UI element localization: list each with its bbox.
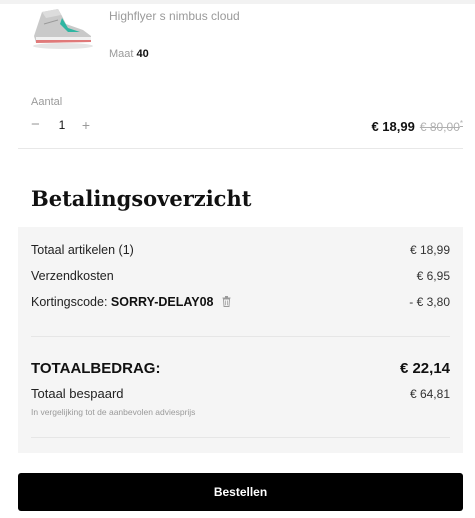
savings-row: Totaal bespaard € 64,81: [31, 386, 450, 401]
product-size: Maat 40: [109, 48, 149, 60]
summary-divider: [31, 336, 450, 337]
cart-item: Highflyer s nimbus cloud Maat 40 Aantal …: [18, 0, 463, 150]
original-price-marker: *: [459, 119, 463, 128]
size-label: Maat: [109, 48, 134, 60]
trash-icon[interactable]: [222, 296, 231, 307]
product-name[interactable]: Highflyer s nimbus cloud: [109, 9, 240, 23]
original-price: € 80,00*: [420, 119, 463, 134]
quantity-label: Aantal: [31, 96, 63, 108]
divider: [18, 148, 463, 149]
current-price: € 18,99: [371, 119, 415, 134]
items-total-label: Totaal artikelen (1): [31, 243, 134, 257]
items-total-value: € 18,99: [409, 243, 450, 257]
summary-title: Betalingsoverzicht: [31, 186, 252, 211]
discount-info: Kortingscode: SORRY-DELAY08: [31, 295, 231, 309]
savings-value: € 64,81: [409, 386, 450, 401]
quantity-value[interactable]: 1: [45, 118, 79, 132]
quantity-stepper: − 1 +: [31, 117, 93, 134]
items-total-row: Totaal artikelen (1) € 18,99: [31, 243, 450, 257]
discount-value: - € 3,80: [409, 295, 450, 309]
discount-code: SORRY-DELAY08: [110, 295, 214, 309]
grand-total-row: TOTAALBEDRAG: € 22,14: [31, 360, 450, 377]
item-price: € 18,99 € 80,00*: [371, 119, 463, 134]
quantity-increase-button[interactable]: +: [79, 117, 93, 133]
quantity-decrease-button[interactable]: −: [31, 117, 45, 133]
payment-summary: Totaal artikelen (1) € 18,99 Verzendkost…: [18, 227, 463, 453]
savings-label: Totaal bespaard: [31, 386, 124, 401]
summary-divider-bottom: [31, 437, 450, 438]
savings-note: In vergelijking tot de aanbevolen advies…: [31, 407, 196, 417]
discount-label: Kortingscode:: [31, 295, 108, 309]
order-button[interactable]: Bestellen: [18, 473, 463, 511]
original-price-value: € 80,00: [419, 120, 460, 134]
size-value: 40: [136, 48, 149, 60]
shipping-label: Verzendkosten: [31, 269, 114, 283]
grand-total-value: € 22,14: [399, 360, 450, 377]
grand-total-label: TOTAALBEDRAG:: [31, 360, 161, 377]
sneaker-image: [33, 9, 93, 49]
shipping-row: Verzendkosten € 6,95: [31, 269, 450, 283]
discount-row: Kortingscode: SORRY-DELAY08 - € 3,80: [31, 295, 450, 309]
shipping-value: € 6,95: [416, 269, 450, 283]
